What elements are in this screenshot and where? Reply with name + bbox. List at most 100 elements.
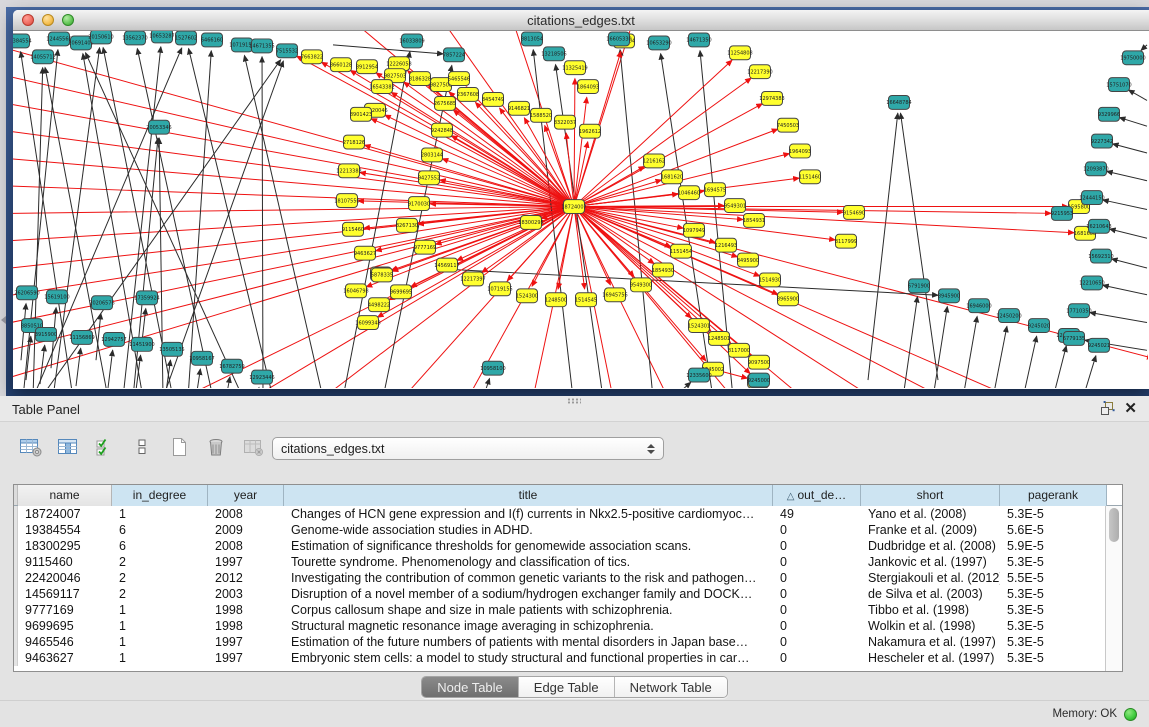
graph-node[interactable]: 12213383 — [336, 164, 361, 178]
graph-edge[interactable] — [558, 207, 574, 290]
graph-node[interactable]: 18300295 — [518, 215, 543, 229]
graph-node[interactable]: 12974383 — [759, 91, 784, 105]
graph-node[interactable]: 20206576 — [89, 296, 114, 310]
table-selector-dropdown[interactable]: citations_edges.txt — [272, 437, 664, 460]
graph-node[interactable]: 1962612 — [579, 124, 601, 138]
table-row[interactable]: 1872400712008Changes of HCN gene express… — [14, 506, 1122, 522]
column-header-short[interactable]: short — [861, 485, 1000, 506]
vertical-scrollbar[interactable] — [1105, 506, 1122, 672]
graph-node[interactable]: 8495900 — [737, 253, 759, 267]
float-panel-icon[interactable] — [1100, 401, 1115, 416]
graph-node[interactable]: 5878335 — [371, 268, 393, 282]
graph-edge[interactable] — [903, 297, 917, 388]
graph-node[interactable]: 15751070 — [1106, 78, 1131, 92]
column-header-name[interactable]: name — [18, 485, 112, 506]
graph-node[interactable]: 19384554 — [13, 34, 32, 48]
graph-node[interactable]: 8322037 — [554, 115, 576, 129]
graph-node[interactable]: 8901423 — [350, 107, 372, 121]
graph-edge[interactable] — [1023, 336, 1037, 388]
graph-edge[interactable] — [196, 369, 200, 388]
graph-node[interactable]: 8117000 — [728, 343, 750, 357]
graph-edge[interactable] — [226, 377, 230, 388]
graph-node[interactable]: 13218506 — [541, 47, 566, 61]
graph-edge[interactable] — [1103, 285, 1147, 295]
graph-node[interactable]: 1151454 — [670, 244, 692, 258]
graph-node[interactable]: 9245000 — [748, 373, 770, 387]
graph-node[interactable]: 6466160 — [201, 33, 223, 47]
graph-node[interactable]: 12450200 — [996, 309, 1021, 323]
graph-node[interactable]: 2718126 — [343, 135, 365, 149]
graph-edge[interactable] — [1110, 229, 1147, 238]
graph-edge[interactable] — [574, 180, 661, 207]
graph-edge[interactable] — [163, 61, 283, 388]
graph-node[interactable]: 1216162 — [643, 154, 665, 168]
delete-trash-icon[interactable] — [203, 436, 229, 458]
graph-node[interactable]: 10958100 — [480, 361, 505, 375]
graph-edge[interactable] — [1103, 200, 1147, 210]
graph-node[interactable]: 20150610 — [88, 31, 113, 44]
column-header-title[interactable]: title — [284, 485, 773, 506]
graph-edge[interactable] — [1053, 346, 1066, 388]
graph-edge[interactable] — [40, 345, 45, 384]
graph-node[interactable]: 16099348 — [355, 316, 380, 330]
splitter-collapse-icon[interactable] — [1, 316, 6, 324]
graph-node[interactable]: 9329966 — [1098, 107, 1120, 121]
graph-node[interactable]: 6791900 — [908, 279, 930, 293]
graph-edge[interactable] — [574, 31, 633, 207]
graph-node[interactable]: 8813054 — [521, 32, 543, 46]
graph-node[interactable]: 16543382 — [369, 80, 394, 94]
graph-node[interactable]: 16648784 — [886, 95, 911, 109]
graph-node[interactable]: 10719155 — [487, 282, 512, 296]
table-row[interactable]: 969969511998Structural magnetic resonanc… — [14, 618, 1122, 634]
graph-node[interactable]: 1854930 — [652, 263, 674, 277]
graph-node[interactable]: 8965900 — [777, 292, 799, 306]
graph-node[interactable]: 1097949 — [683, 223, 705, 237]
graph-node[interactable]: 7450503 — [777, 118, 799, 132]
graph-node[interactable]: 10653287 — [149, 31, 174, 43]
graph-node[interactable]: 1248500 — [545, 293, 567, 307]
table-row[interactable]: 1456911722003Disruption of a novel membe… — [14, 586, 1122, 602]
graph-node[interactable]: 1694575 — [704, 183, 726, 197]
graph-edge[interactable] — [1141, 45, 1147, 50]
graph-edge[interactable] — [76, 348, 81, 386]
graph-node[interactable]: 2803144 — [421, 148, 443, 162]
graph-edge[interactable] — [1119, 118, 1147, 127]
column-header-year[interactable]: year — [208, 485, 284, 506]
graph-node[interactable]: 16605330 — [606, 32, 631, 46]
graph-node[interactable]: 9245020 — [1028, 319, 1050, 333]
graph-edge[interactable] — [13, 207, 574, 214]
graph-node[interactable]: 16046798 — [343, 284, 368, 298]
graph-node[interactable]: 1864093 — [577, 80, 599, 94]
graph-node[interactable]: 16945756 — [602, 288, 627, 302]
scrollbar-thumb[interactable] — [1109, 508, 1119, 542]
graph-node[interactable]: 9154690 — [843, 206, 865, 220]
graph-node[interactable]: 1681620 — [661, 170, 683, 184]
graph-node[interactable]: 10653290 — [646, 36, 671, 50]
graph-edge[interactable] — [574, 79, 575, 207]
table-row[interactable]: 946362711997Embryonic stem cells: a mode… — [14, 650, 1122, 666]
graph-node[interactable]: 18724007 — [561, 200, 586, 214]
graph-node[interactable]: 7515532 — [276, 44, 298, 58]
graph-node[interactable]: 1514930 — [759, 273, 781, 287]
graph-node[interactable]: 12923446 — [249, 370, 274, 384]
graph-edge[interactable] — [333, 45, 443, 54]
column-header-pagerank[interactable]: pagerank — [1000, 485, 1107, 506]
graph-edge[interactable] — [483, 379, 490, 388]
graph-node[interactable]: 17359924 — [134, 291, 159, 305]
graph-node[interactable]: 11325419 — [562, 61, 587, 75]
graph-node[interactable]: 1527602 — [175, 31, 197, 45]
graph-node[interactable]: 9427552 — [418, 171, 440, 185]
graph-node[interactable]: 7857224 — [443, 48, 465, 62]
table-settings-icon[interactable] — [18, 436, 44, 458]
graph-node[interactable]: 17710350 — [1066, 304, 1091, 318]
graph-node[interactable]: 8660128 — [330, 58, 352, 72]
close-panel-icon[interactable]: ✕ — [1124, 399, 1137, 417]
graph-node[interactable]: 7663822 — [301, 50, 323, 64]
graph-node[interactable]: 9115460 — [342, 222, 364, 236]
tab-node-table[interactable]: Node Table — [422, 677, 519, 697]
graph-edge[interactable] — [262, 57, 263, 388]
graph-node[interactable]: 16946000 — [966, 299, 991, 313]
graph-node[interactable]: 9146821 — [508, 101, 530, 115]
graph-node[interactable]: 9549300 — [630, 278, 652, 292]
graph-node[interactable]: 9245021 — [1088, 338, 1110, 352]
